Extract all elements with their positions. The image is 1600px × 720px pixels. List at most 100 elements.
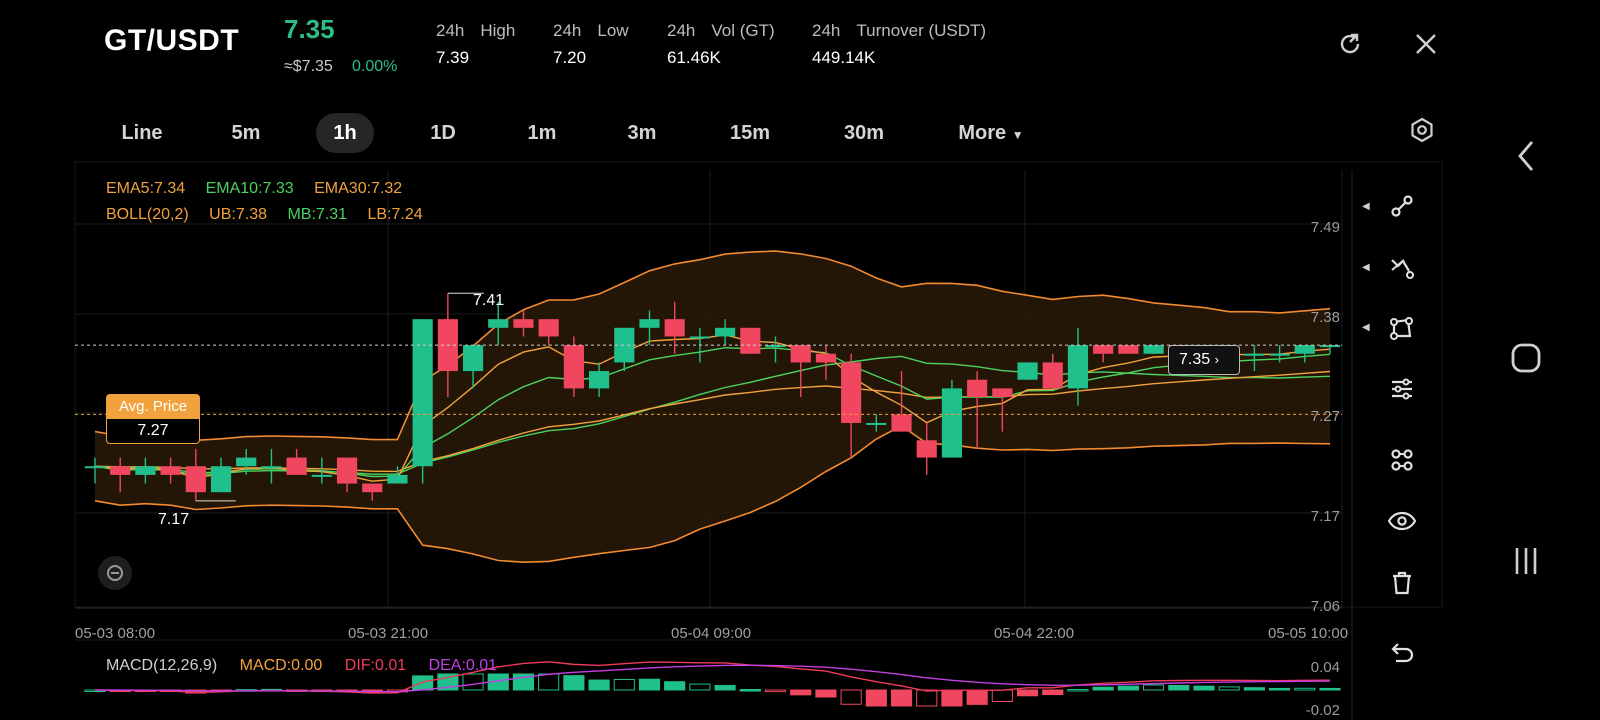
- macd-bar: [1067, 688, 1089, 692]
- eye-icon[interactable]: [1384, 503, 1420, 539]
- candle-body: [891, 414, 912, 432]
- y-tick: 7.49: [1310, 219, 1340, 236]
- candle-body: [992, 388, 1013, 398]
- macd-bar: [966, 689, 988, 705]
- macd-bar: [588, 679, 610, 691]
- candle-body: [689, 336, 710, 339]
- layers-icon[interactable]: [1384, 442, 1420, 478]
- macd-bar: [1218, 686, 1240, 691]
- expand-arrow-icon[interactable]: ◀: [1362, 322, 1370, 333]
- candle-body: [715, 327, 736, 337]
- expand-arrow-icon[interactable]: ◀: [1362, 262, 1370, 273]
- macd-bar: [916, 689, 938, 707]
- candle-body: [362, 483, 383, 493]
- macd-y-tick: -0.02: [1305, 702, 1340, 719]
- macd-bar: [1016, 689, 1039, 697]
- x-tick: 05-05 10:00: [1268, 625, 1349, 642]
- dif-value: DIF:0.01: [344, 657, 407, 674]
- macd-bar: [1042, 689, 1064, 696]
- x-tick: 05-04 22:00: [994, 625, 1075, 642]
- dea-value: DEA:0.01: [428, 657, 498, 674]
- boll-band: [95, 251, 1330, 563]
- candle-body: [1067, 345, 1089, 389]
- macd-bar: [1294, 687, 1316, 691]
- macd-bar: [1269, 687, 1291, 691]
- macd-bar: [1243, 687, 1265, 691]
- chevron-right-icon: ›: [1214, 352, 1219, 367]
- lb-label: LB:7.24: [367, 206, 423, 223]
- macd-bar: [739, 689, 761, 692]
- ub-label: UB:7.38: [209, 206, 267, 223]
- candle-body: [110, 466, 131, 475]
- boll-band-fill: [95, 251, 1330, 563]
- candle-body: [967, 379, 988, 398]
- price-chart[interactable]: [0, 0, 1600, 720]
- macd-bar: [941, 689, 963, 707]
- macd-bar: [1142, 684, 1165, 691]
- current-price-tag[interactable]: 7.35 ›: [1168, 345, 1240, 375]
- candle-body: [765, 345, 786, 348]
- candle-body: [1269, 353, 1290, 356]
- macd-bar: [1168, 684, 1190, 691]
- ema-legend: EMA5:7.34 EMA10:7.33 EMA30:7.32: [106, 180, 418, 198]
- candle-body: [210, 466, 232, 493]
- macd-bar: [865, 689, 887, 707]
- macd-bar: [613, 678, 635, 691]
- y-tick: 7.06: [1310, 598, 1340, 615]
- boll-legend: BOLL(20,2) UB:7.38 MB:7.31 LB:7.24: [106, 206, 439, 224]
- avg-price-tag: Avg. Price 7.27: [106, 394, 200, 444]
- low-marker-label: 7.17: [158, 511, 190, 528]
- candle-body: [664, 319, 685, 337]
- macd-bar: [689, 683, 711, 691]
- trash-icon[interactable]: [1384, 565, 1420, 601]
- candle-body: [941, 388, 963, 458]
- macd-bar: [638, 678, 661, 691]
- candle-body: [286, 457, 307, 475]
- candle-body: [1118, 345, 1139, 354]
- back-icon[interactable]: [1508, 138, 1544, 174]
- macd-bar: [538, 673, 560, 691]
- macd-bar: [815, 689, 837, 698]
- candle-body: [639, 319, 660, 328]
- chart-logo-icon[interactable]: [98, 556, 132, 590]
- fork-line-icon[interactable]: [1384, 250, 1420, 286]
- candle-body: [1093, 345, 1114, 354]
- high-marker-label: 7.41: [473, 292, 505, 309]
- macd-bar: [890, 689, 913, 707]
- macd-bar: [714, 684, 736, 691]
- candle-body: [135, 466, 156, 475]
- macd-bar: [563, 675, 585, 691]
- macd-bar: [664, 681, 686, 691]
- undo-icon[interactable]: [1384, 636, 1420, 672]
- trend-line-icon[interactable]: [1384, 188, 1420, 224]
- boll-label: BOLL(20,2): [106, 206, 189, 223]
- macd-bar: [840, 689, 862, 705]
- macd-bar: [991, 689, 1013, 702]
- shape-icon[interactable]: [1384, 310, 1420, 346]
- macd-y-tick: 0.04: [1310, 659, 1340, 676]
- macd-title: MACD(12,26,9): [106, 657, 218, 674]
- macd-bar: [1193, 685, 1215, 691]
- avg-price-label: Avg. Price: [107, 395, 199, 419]
- macd-bar: [1092, 686, 1114, 691]
- candle-body: [462, 345, 484, 372]
- candle-body: [1042, 362, 1063, 389]
- candle-body: [740, 327, 761, 354]
- macd-bar: [412, 675, 434, 691]
- candle-body: [916, 440, 937, 458]
- y-tick: 7.17: [1310, 508, 1340, 525]
- candle-body: [185, 466, 206, 493]
- candle-body: [538, 319, 559, 337]
- expand-arrow-icon[interactable]: ◀: [1362, 201, 1370, 212]
- candle-body: [1143, 345, 1164, 354]
- macd-bar: [462, 673, 484, 691]
- candle-body: [261, 466, 282, 469]
- home-icon[interactable]: [1508, 340, 1544, 376]
- indicator-settings-icon[interactable]: [1384, 371, 1420, 407]
- candle-body: [1294, 345, 1315, 354]
- y-tick: 7.27: [1310, 408, 1340, 425]
- x-tick: 05-03 21:00: [348, 625, 429, 642]
- candle-body: [866, 422, 887, 425]
- recent-apps-icon[interactable]: [1508, 543, 1544, 579]
- macd-legend: MACD(12,26,9) MACD:0.00 DIF:0.01 DEA:0.0…: [106, 657, 515, 675]
